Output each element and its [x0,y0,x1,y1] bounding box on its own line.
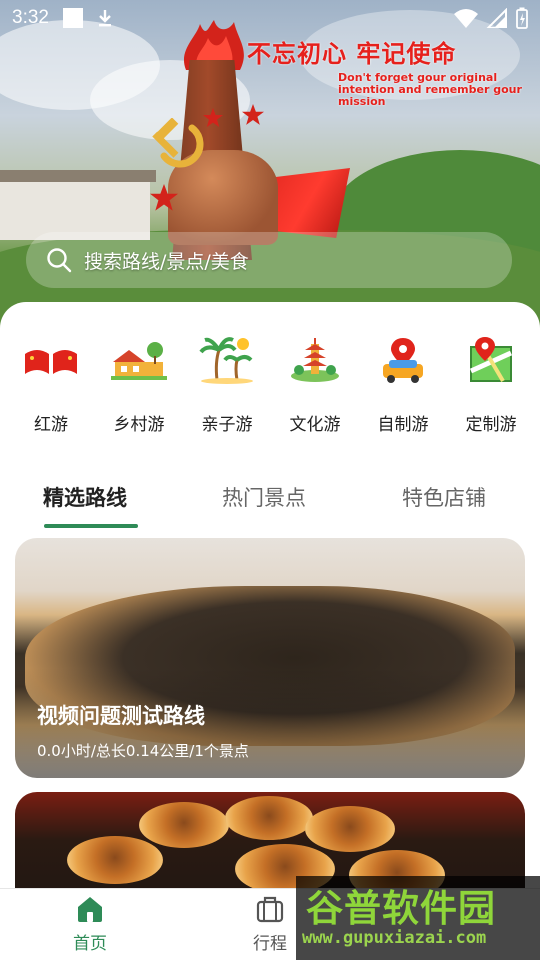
category-label: 定制游 [465,415,517,435]
home-icon [78,897,102,922]
notification-square-icon [62,8,83,28]
category-diy-tour[interactable]: 自制游 [359,332,447,442]
search-bar[interactable]: 搜索路线/景点/美食 [26,232,512,288]
car-location-icon [375,332,431,388]
building [0,170,156,240]
search-placeholder: 搜索路线/景点/美食 [84,250,249,273]
active-tab-indicator [44,524,138,528]
search-icon [47,248,72,273]
download-icon [98,10,111,27]
signal-icon [486,8,507,28]
tab-featured-routes[interactable]: 精选路线 [43,482,127,512]
category-village-tour[interactable]: 乡村游 [95,332,183,442]
category-label: 乡村游 [113,415,165,435]
category-label: 红游 [34,415,68,435]
map-pin-icon [463,332,519,388]
star-icon [242,104,264,125]
nav-label: 行程 [253,934,287,954]
banner-slogan-en: Don't forget gour original intention and… [338,71,522,108]
star-icon [203,108,223,127]
category-custom-tour[interactable]: 定制游 [447,332,535,442]
category-grid: 红游 乡村游 亲子游 文化游 自制游 定制游 [0,332,540,442]
route-card-image [67,836,163,884]
route-tabs: 精选路线 热门景点 特色店铺 [0,470,540,530]
hammer-sickle-icon [152,118,204,168]
nav-home[interactable]: 首页 [40,895,140,954]
route-meta: 0.0小时/总长0.14公里/1个景点 [37,742,249,760]
village-icon [111,332,167,388]
watermark-brand: 谷普软件园 [306,887,496,930]
category-red-tour[interactable]: 红游 [7,332,95,442]
palm-trees-icon [199,332,255,388]
tab-hot-spots[interactable]: 热门景点 [222,482,306,512]
route-title: 视频问题测试路线 [37,704,205,728]
route-card[interactable]: 视频问题测试路线 0.0小时/总长0.14公里/1个景点 [15,538,525,778]
suitcase-icon [256,896,284,923]
banner-slogan-cn: 不忘初心 牢记使命 [247,40,457,68]
pagoda-icon [287,332,343,388]
site-watermark: 谷普软件园 www.gupuxiazai.com [296,876,540,960]
category-label: 文化游 [289,415,341,435]
star-icon [150,184,178,211]
red-flags-icon [23,332,79,388]
category-family-tour[interactable]: 亲子游 [183,332,271,442]
nav-label: 首页 [73,934,107,954]
category-label: 亲子游 [201,415,253,435]
category-label: 自制游 [377,415,429,435]
main-content: 红游 乡村游 亲子游 文化游 自制游 定制游 精选路线 热门景点 特色店铺 视频… [0,302,540,912]
watermark-url: www.gupuxiazai.com [302,928,487,948]
tab-special-shops[interactable]: 特色店铺 [402,482,486,512]
battery-icon [516,7,528,29]
status-bar: 3:32 [0,0,540,36]
wifi-icon [454,9,478,28]
category-culture-tour[interactable]: 文化游 [271,332,359,442]
status-time: 3:32 [12,7,49,28]
